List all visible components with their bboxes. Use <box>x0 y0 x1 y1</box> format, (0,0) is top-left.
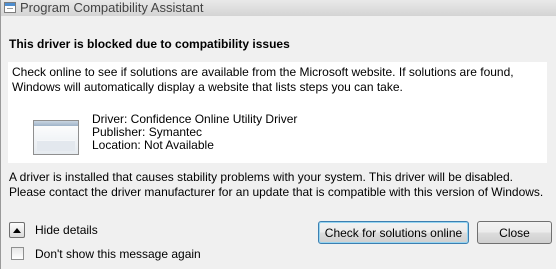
solution-description: Check online to see if solutions are ava… <box>12 65 514 94</box>
chevron-up-icon <box>13 227 21 233</box>
close-button[interactable]: Close <box>477 221 552 244</box>
driver-window-icon <box>33 120 79 155</box>
window-title: Program Compatibility Assistant <box>20 0 204 15</box>
program-compatibility-icon <box>4 2 16 13</box>
dont-show-label[interactable]: Don't show this message again <box>35 247 201 261</box>
program-compatibility-dialog: Program Compatibility Assistant This dri… <box>0 0 556 269</box>
hide-details-toggle[interactable] <box>9 222 25 238</box>
dialog-heading: This driver is blocked due to compatibil… <box>9 37 290 51</box>
driver-location: Location: Not Available <box>92 138 214 152</box>
hide-details-label[interactable]: Hide details <box>35 223 98 237</box>
title-bar[interactable]: Program Compatibility Assistant <box>1 0 556 16</box>
driver-details: Driver: Confidence Online Utility Driver… <box>92 113 297 152</box>
details-panel: Check online to see if solutions are ava… <box>8 62 547 163</box>
dont-show-checkbox[interactable] <box>11 247 24 260</box>
stability-warning: A driver is installed that causes stabil… <box>9 170 544 199</box>
check-solutions-button[interactable]: Check for solutions online <box>318 221 469 244</box>
